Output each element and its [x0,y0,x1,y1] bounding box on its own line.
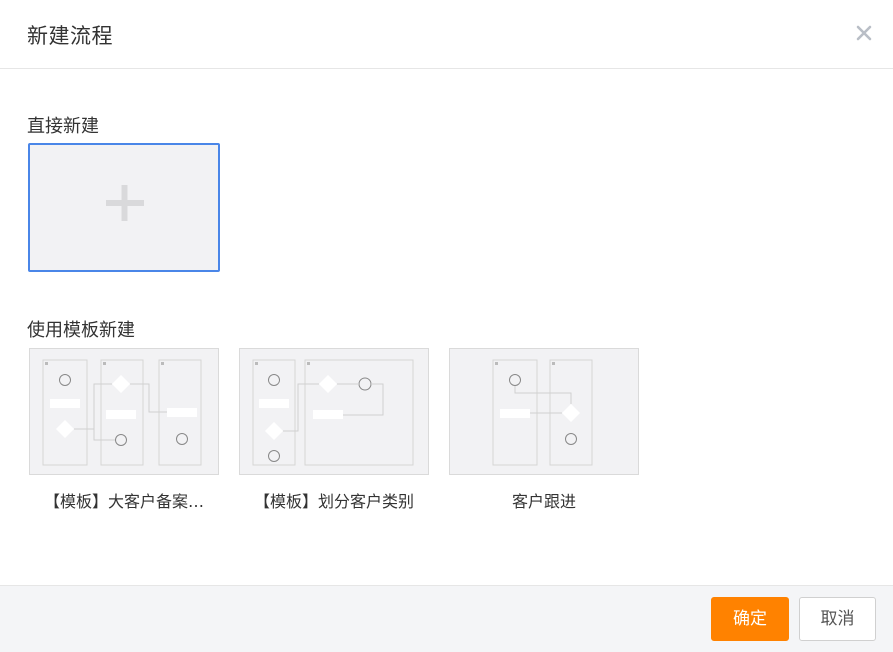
template-preview [492,359,593,466]
template-name: 客户跟进 [511,492,576,511]
close-icon [856,25,872,41]
cancel-button[interactable]: 取消 [799,597,876,641]
template-card[interactable] [449,348,639,475]
plus-icon [106,185,144,221]
template-card[interactable] [29,348,219,475]
confirm-button[interactable]: 确定 [711,597,789,641]
template-name: 【模板】大客户备案… [43,492,204,511]
template-name: 【模板】划分客户类别 [253,492,414,511]
template-preview [42,359,202,466]
template-create-label: 使用模板新建 [27,320,135,341]
close-button[interactable] [853,22,875,44]
dialog-title: 新建流程 [27,24,113,48]
blank-flow-card[interactable] [28,143,220,272]
dialog-footer: 确定 取消 [0,585,893,652]
dialog-header: 新建流程 [0,0,893,69]
template-preview [252,359,414,466]
template-card[interactable] [239,348,429,475]
direct-create-label: 直接新建 [27,116,99,137]
